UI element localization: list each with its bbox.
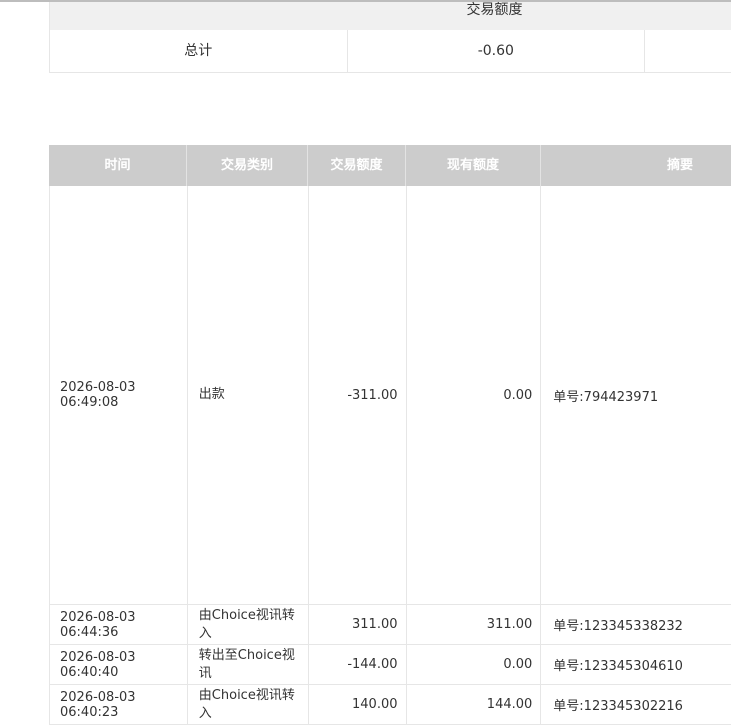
cell-time: 2026-08-03 06:49:08 [50,186,188,604]
cell-amount: -144.00 [309,645,407,684]
cell-time: 2026-08-03 06:40:40 [50,645,188,684]
transaction-table: 时间 交易类别 交易额度 现有额度 摘要 2026-08-03 06:49:08… [49,145,731,725]
cell-memo: 单号:794423971 [553,389,659,405]
table-row: 2026-08-03 06:40:23 由Choice视讯转入 140.00 1… [49,685,731,725]
cell-amount: -311.00 [309,186,407,604]
cell-type: 出款 [188,186,309,604]
cell-time: 2026-08-03 06:40:23 [50,685,188,724]
cell-memo: 单号:123345338232 [553,619,683,634]
cell-amount: 311.00 [309,605,407,644]
summary-header: 交易额度 [49,2,731,30]
summary-total-value: -0.60 [348,30,646,72]
summary-total-row: 总计 -0.60 [49,30,731,73]
table-row: 2026-08-03 06:49:08 出款 -311.00 0.00 单号:7… [49,186,731,605]
summary-table: 交易额度 总计 -0.60 [49,2,731,73]
cell-balance: 311.00 [407,605,542,644]
cell-balance: 0.00 [407,186,542,604]
table-row: 2026-08-03 06:40:40 转出至Choice视讯 -144.00 … [49,645,731,685]
cell-time: 2026-08-03 06:44:36 [50,605,188,644]
table-header: 时间 交易类别 交易额度 现有额度 摘要 [49,145,731,186]
cell-memo: 单号:123345304610 [553,659,683,674]
summary-empty-cell [645,30,731,72]
col-header-time: 时间 [49,145,187,186]
cell-type: 转出至Choice视讯 [188,645,309,684]
summary-total-label: 总计 [50,30,348,72]
cell-balance: 0.00 [407,645,542,684]
summary-header-label: 交易额度 [466,2,523,18]
cell-memo: 单号:123345302216 [553,699,683,714]
col-header-memo: 摘要 [667,158,694,173]
col-header-amount: 交易额度 [308,145,406,186]
cell-type: 由Choice视讯转入 [188,605,309,644]
cell-amount: 140.00 [309,685,407,724]
col-header-balance: 现有额度 [406,145,541,186]
table-row: 2026-08-03 06:44:36 由Choice视讯转入 311.00 3… [49,605,731,645]
cell-type: 由Choice视讯转入 [188,685,309,724]
cell-balance: 144.00 [407,685,542,724]
col-header-type: 交易类别 [187,145,308,186]
